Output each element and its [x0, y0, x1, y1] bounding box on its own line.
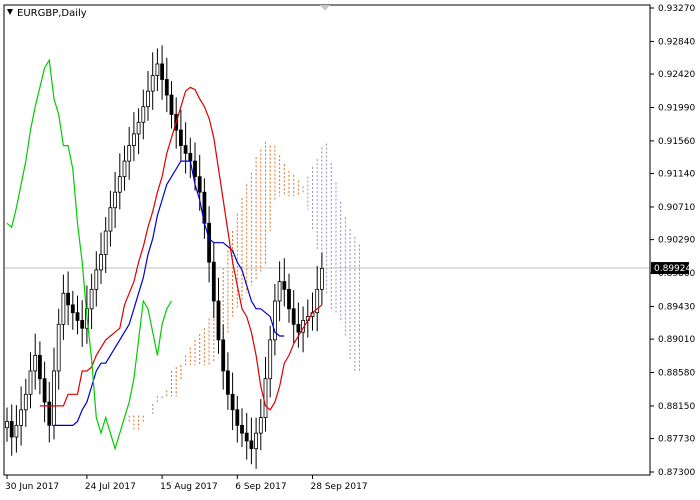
y-tick-label-10: 0.89010 [658, 335, 695, 345]
candle-body-62 [296, 323, 301, 333]
candle-body-55 [263, 378, 268, 418]
candle-body-61 [291, 308, 296, 325]
candle-body-35 [169, 94, 174, 115]
y-tick-label-6: 0.90710 [658, 203, 695, 213]
candle-body-24 [117, 176, 122, 193]
candle-body-57 [272, 300, 277, 341]
candle-body-47 [225, 370, 230, 395]
candle-body-30 [146, 90, 150, 108]
candle-body-4 [23, 393, 28, 411]
x-tick-label-1: 24 Jul 2017 [85, 482, 136, 492]
candle-body-53 [254, 432, 259, 450]
candle-body-18 [89, 288, 94, 310]
candle-body-51 [244, 432, 249, 442]
candle-body-45 [216, 300, 221, 341]
y-tick-label-0: 0.93270 [658, 4, 695, 14]
candle-body-22 [108, 207, 113, 232]
candle-body-26 [127, 145, 132, 162]
y-tick-label-2: 0.92420 [658, 70, 695, 80]
candle-body-54 [258, 417, 263, 434]
x-tick-label-0: 30 Jun 2017 [5, 482, 59, 492]
y-tick-label-11: 0.88580 [658, 369, 695, 379]
candle-body-11 [56, 323, 61, 372]
candle-body-29 [141, 106, 146, 123]
y-tick-label-14: 0.87300 [658, 468, 695, 478]
candle-body-46 [221, 339, 226, 372]
candle-body-41 [197, 176, 202, 193]
candle-body-38 [183, 145, 188, 154]
candle-body-49 [235, 409, 240, 426]
y-tick-label-9: 0.89430 [658, 302, 695, 312]
x-tick-label-2: 15 Aug 2017 [160, 482, 218, 492]
candle-body-56 [268, 339, 273, 380]
candle-body-10 [52, 370, 56, 426]
last-price-value: 0.89924 [654, 264, 691, 274]
candle-body-2 [14, 424, 19, 438]
candle-body-48 [230, 393, 235, 411]
candle-body-44 [211, 261, 216, 302]
y-tick-label-1: 0.92840 [658, 37, 695, 47]
candle-body-40 [193, 160, 197, 178]
candle-body-1 [9, 421, 14, 438]
candle-body-15 [75, 312, 80, 321]
y-tick-label-3: 0.91990 [658, 103, 695, 113]
candle-body-3 [19, 409, 24, 426]
candle-body-8 [42, 378, 47, 403]
candle-body-31 [150, 75, 155, 92]
y-tick-label-12: 0.88150 [658, 402, 695, 412]
candle-body-52 [249, 440, 254, 450]
x-tick-label-3: 6 Sep 2017 [235, 482, 286, 492]
last-price-label: 0.89924 [651, 262, 691, 275]
candle-body-58 [277, 281, 282, 302]
candle-body-13 [66, 292, 70, 306]
candle-body-16 [80, 320, 85, 329]
candle-body-43 [207, 222, 212, 263]
candle-body-33 [160, 63, 165, 80]
candle-body-23 [113, 191, 117, 209]
candle-body-34 [164, 79, 169, 96]
candle-body-6 [33, 355, 38, 372]
candle-body-25 [122, 160, 127, 178]
y-tick-label-5: 0.91140 [658, 170, 695, 180]
candle-body-19 [94, 269, 99, 290]
x-tick-label-4: 28 Sep 2017 [311, 482, 368, 492]
candle-body-7 [38, 355, 42, 380]
candle-body-37 [178, 129, 183, 146]
candle-body-12 [61, 292, 66, 325]
candle-body-0 [5, 421, 9, 429]
candle-body-39 [188, 152, 193, 162]
y-tick-label-4: 0.91560 [658, 137, 695, 147]
candle-body-60 [287, 288, 291, 310]
candle-body-67 [319, 267, 324, 290]
candle-body-5 [28, 370, 33, 395]
candle-body-20 [99, 253, 103, 271]
candle-body-32 [155, 63, 160, 77]
candle-body-14 [70, 304, 75, 314]
candle-body-28 [136, 121, 141, 135]
y-tick-label-7: 0.90290 [658, 236, 695, 246]
ichimoku-chart[interactable]: EURGBP,Daily 0.93270 0.92840 0.92420 0.9199… [0, 0, 700, 500]
candle-body-59 [282, 281, 287, 290]
candle-body-21 [103, 230, 108, 255]
y-tick-label-13: 0.87730 [658, 435, 695, 445]
chart-title: EURGBP,Daily [17, 8, 87, 19]
candle-body-50 [240, 424, 244, 434]
candle-body-27 [131, 133, 136, 146]
